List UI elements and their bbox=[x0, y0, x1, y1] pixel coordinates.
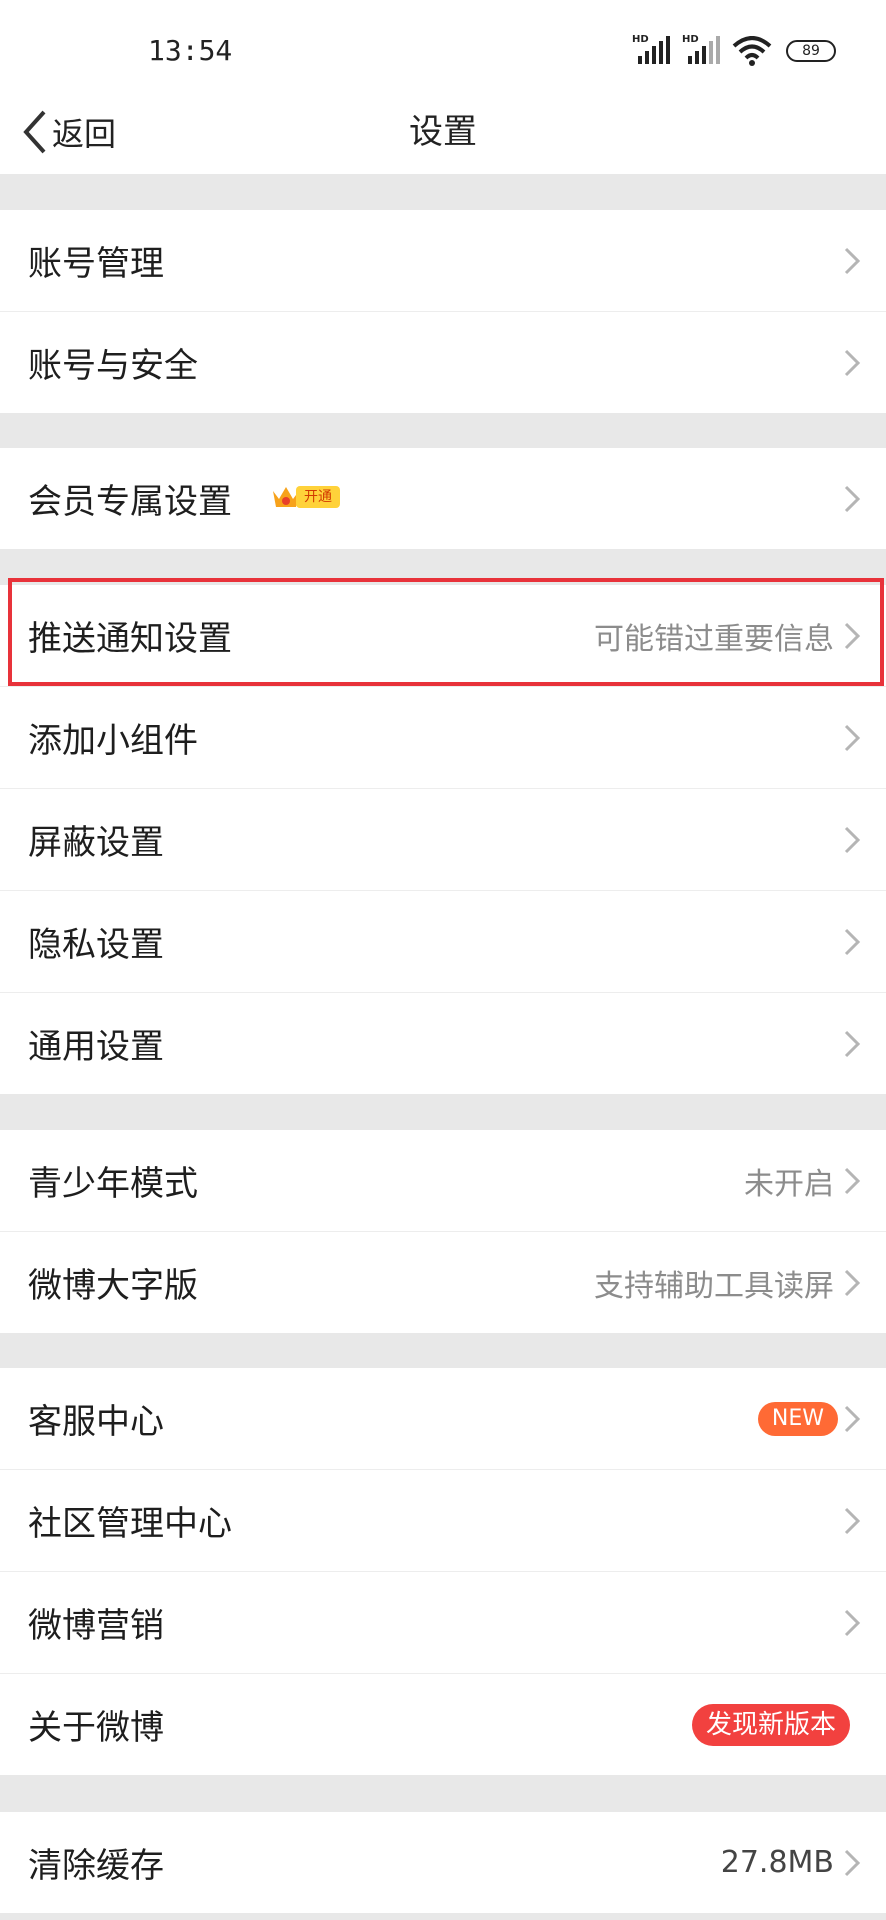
status-time: 13:54 bbox=[148, 34, 233, 67]
row-label: 微博营销 bbox=[28, 1606, 164, 1646]
setting-large-font[interactable]: 微博大字版 支持辅助工具读屏 bbox=[0, 1232, 886, 1333]
page-title: 设置 bbox=[409, 112, 477, 152]
setting-add-widget[interactable]: 添加小组件 bbox=[0, 687, 886, 789]
vip-open-label: 开通 bbox=[296, 486, 340, 508]
settings-group-modes: 青少年模式 未开启 微博大字版 支持辅助工具读屏 bbox=[0, 1130, 886, 1333]
setting-push-notifications[interactable]: 推送通知设置 可能错过重要信息 bbox=[0, 585, 886, 687]
row-label: 客服中心 bbox=[28, 1402, 164, 1442]
signal-icon-2: HD bbox=[682, 34, 720, 64]
setting-account-security[interactable]: 账号与安全 bbox=[0, 312, 886, 413]
vip-open-badge[interactable]: 开通 bbox=[270, 480, 340, 514]
row-label: 青少年模式 bbox=[28, 1164, 198, 1204]
row-label: 会员专属设置 bbox=[28, 482, 232, 522]
chevron-right-icon bbox=[844, 1167, 861, 1195]
row-label: 隐私设置 bbox=[28, 925, 164, 965]
row-label: 账号与安全 bbox=[28, 346, 198, 386]
row-label: 社区管理中心 bbox=[28, 1504, 232, 1544]
svg-text:HD: HD bbox=[632, 34, 649, 45]
battery-icon: 89 bbox=[786, 40, 836, 62]
setting-account-management[interactable]: 账号管理 bbox=[0, 210, 886, 312]
row-label: 通用设置 bbox=[28, 1027, 164, 1067]
svg-text:HD: HD bbox=[682, 34, 699, 45]
row-label: 清除缓存 bbox=[28, 1846, 164, 1886]
chevron-right-icon bbox=[844, 622, 861, 650]
nav-bar: 设置 返回 bbox=[0, 90, 886, 174]
chevron-right-icon bbox=[844, 349, 861, 377]
chevron-right-icon bbox=[844, 724, 861, 752]
setting-privacy[interactable]: 隐私设置 bbox=[0, 891, 886, 993]
chevron-right-icon bbox=[844, 247, 861, 275]
back-button[interactable]: 返回 bbox=[22, 102, 116, 162]
row-label: 关于微博 bbox=[28, 1708, 164, 1748]
setting-marketing[interactable]: 微博营销 bbox=[0, 1572, 886, 1674]
setting-clear-cache[interactable]: 清除缓存 27.8MB bbox=[0, 1812, 886, 1913]
settings-group-main: 推送通知设置 可能错过重要信息 添加小组件 屏蔽设置 隐私设置 通用设置 bbox=[0, 585, 886, 1094]
chevron-right-icon bbox=[844, 1507, 861, 1535]
chevron-right-icon bbox=[844, 1609, 861, 1637]
settings-group-account: 账号管理 账号与安全 bbox=[0, 210, 886, 413]
settings-group-support: 客服中心 NEW 社区管理中心 微博营销 关于微博 发现新版本 bbox=[0, 1368, 886, 1775]
chevron-right-icon bbox=[844, 1405, 861, 1433]
row-label: 添加小组件 bbox=[28, 721, 198, 761]
battery-level: 89 bbox=[802, 43, 820, 59]
status-bar: 13:54 HD HD 89 bbox=[0, 0, 886, 90]
back-label: 返回 bbox=[52, 115, 117, 153]
chevron-right-icon bbox=[844, 1849, 861, 1877]
row-value: 可能错过重要信息 bbox=[594, 621, 834, 657]
chevron-right-icon bbox=[844, 826, 861, 854]
row-label: 屏蔽设置 bbox=[28, 823, 164, 863]
row-label: 账号管理 bbox=[28, 244, 164, 284]
settings-group-vip: 会员专属设置 开通 bbox=[0, 448, 886, 549]
chevron-left-icon bbox=[23, 110, 46, 154]
row-value: 27.8MB bbox=[720, 1845, 834, 1880]
chevron-right-icon bbox=[844, 1269, 861, 1297]
new-version-badge: 发现新版本 bbox=[691, 1704, 850, 1746]
settings-group-cache: 清除缓存 27.8MB bbox=[0, 1812, 886, 1913]
chevron-right-icon bbox=[844, 1030, 861, 1058]
new-badge: NEW bbox=[757, 1402, 838, 1436]
chevron-right-icon bbox=[844, 485, 861, 513]
setting-vip[interactable]: 会员专属设置 开通 bbox=[0, 448, 886, 549]
signal-icon: HD bbox=[632, 34, 670, 64]
setting-community-center[interactable]: 社区管理中心 bbox=[0, 1470, 886, 1572]
setting-about[interactable]: 关于微博 发现新版本 bbox=[0, 1674, 886, 1775]
setting-teen-mode[interactable]: 青少年模式 未开启 bbox=[0, 1130, 886, 1232]
row-value: 支持辅助工具读屏 bbox=[594, 1268, 834, 1304]
setting-block[interactable]: 屏蔽设置 bbox=[0, 789, 886, 891]
setting-general[interactable]: 通用设置 bbox=[0, 993, 886, 1094]
wifi-icon bbox=[732, 36, 772, 66]
setting-customer-service[interactable]: 客服中心 NEW bbox=[0, 1368, 886, 1470]
chevron-right-icon bbox=[844, 928, 861, 956]
row-label: 推送通知设置 bbox=[28, 619, 232, 659]
row-value: 未开启 bbox=[744, 1166, 834, 1202]
row-label: 微博大字版 bbox=[28, 1266, 198, 1306]
